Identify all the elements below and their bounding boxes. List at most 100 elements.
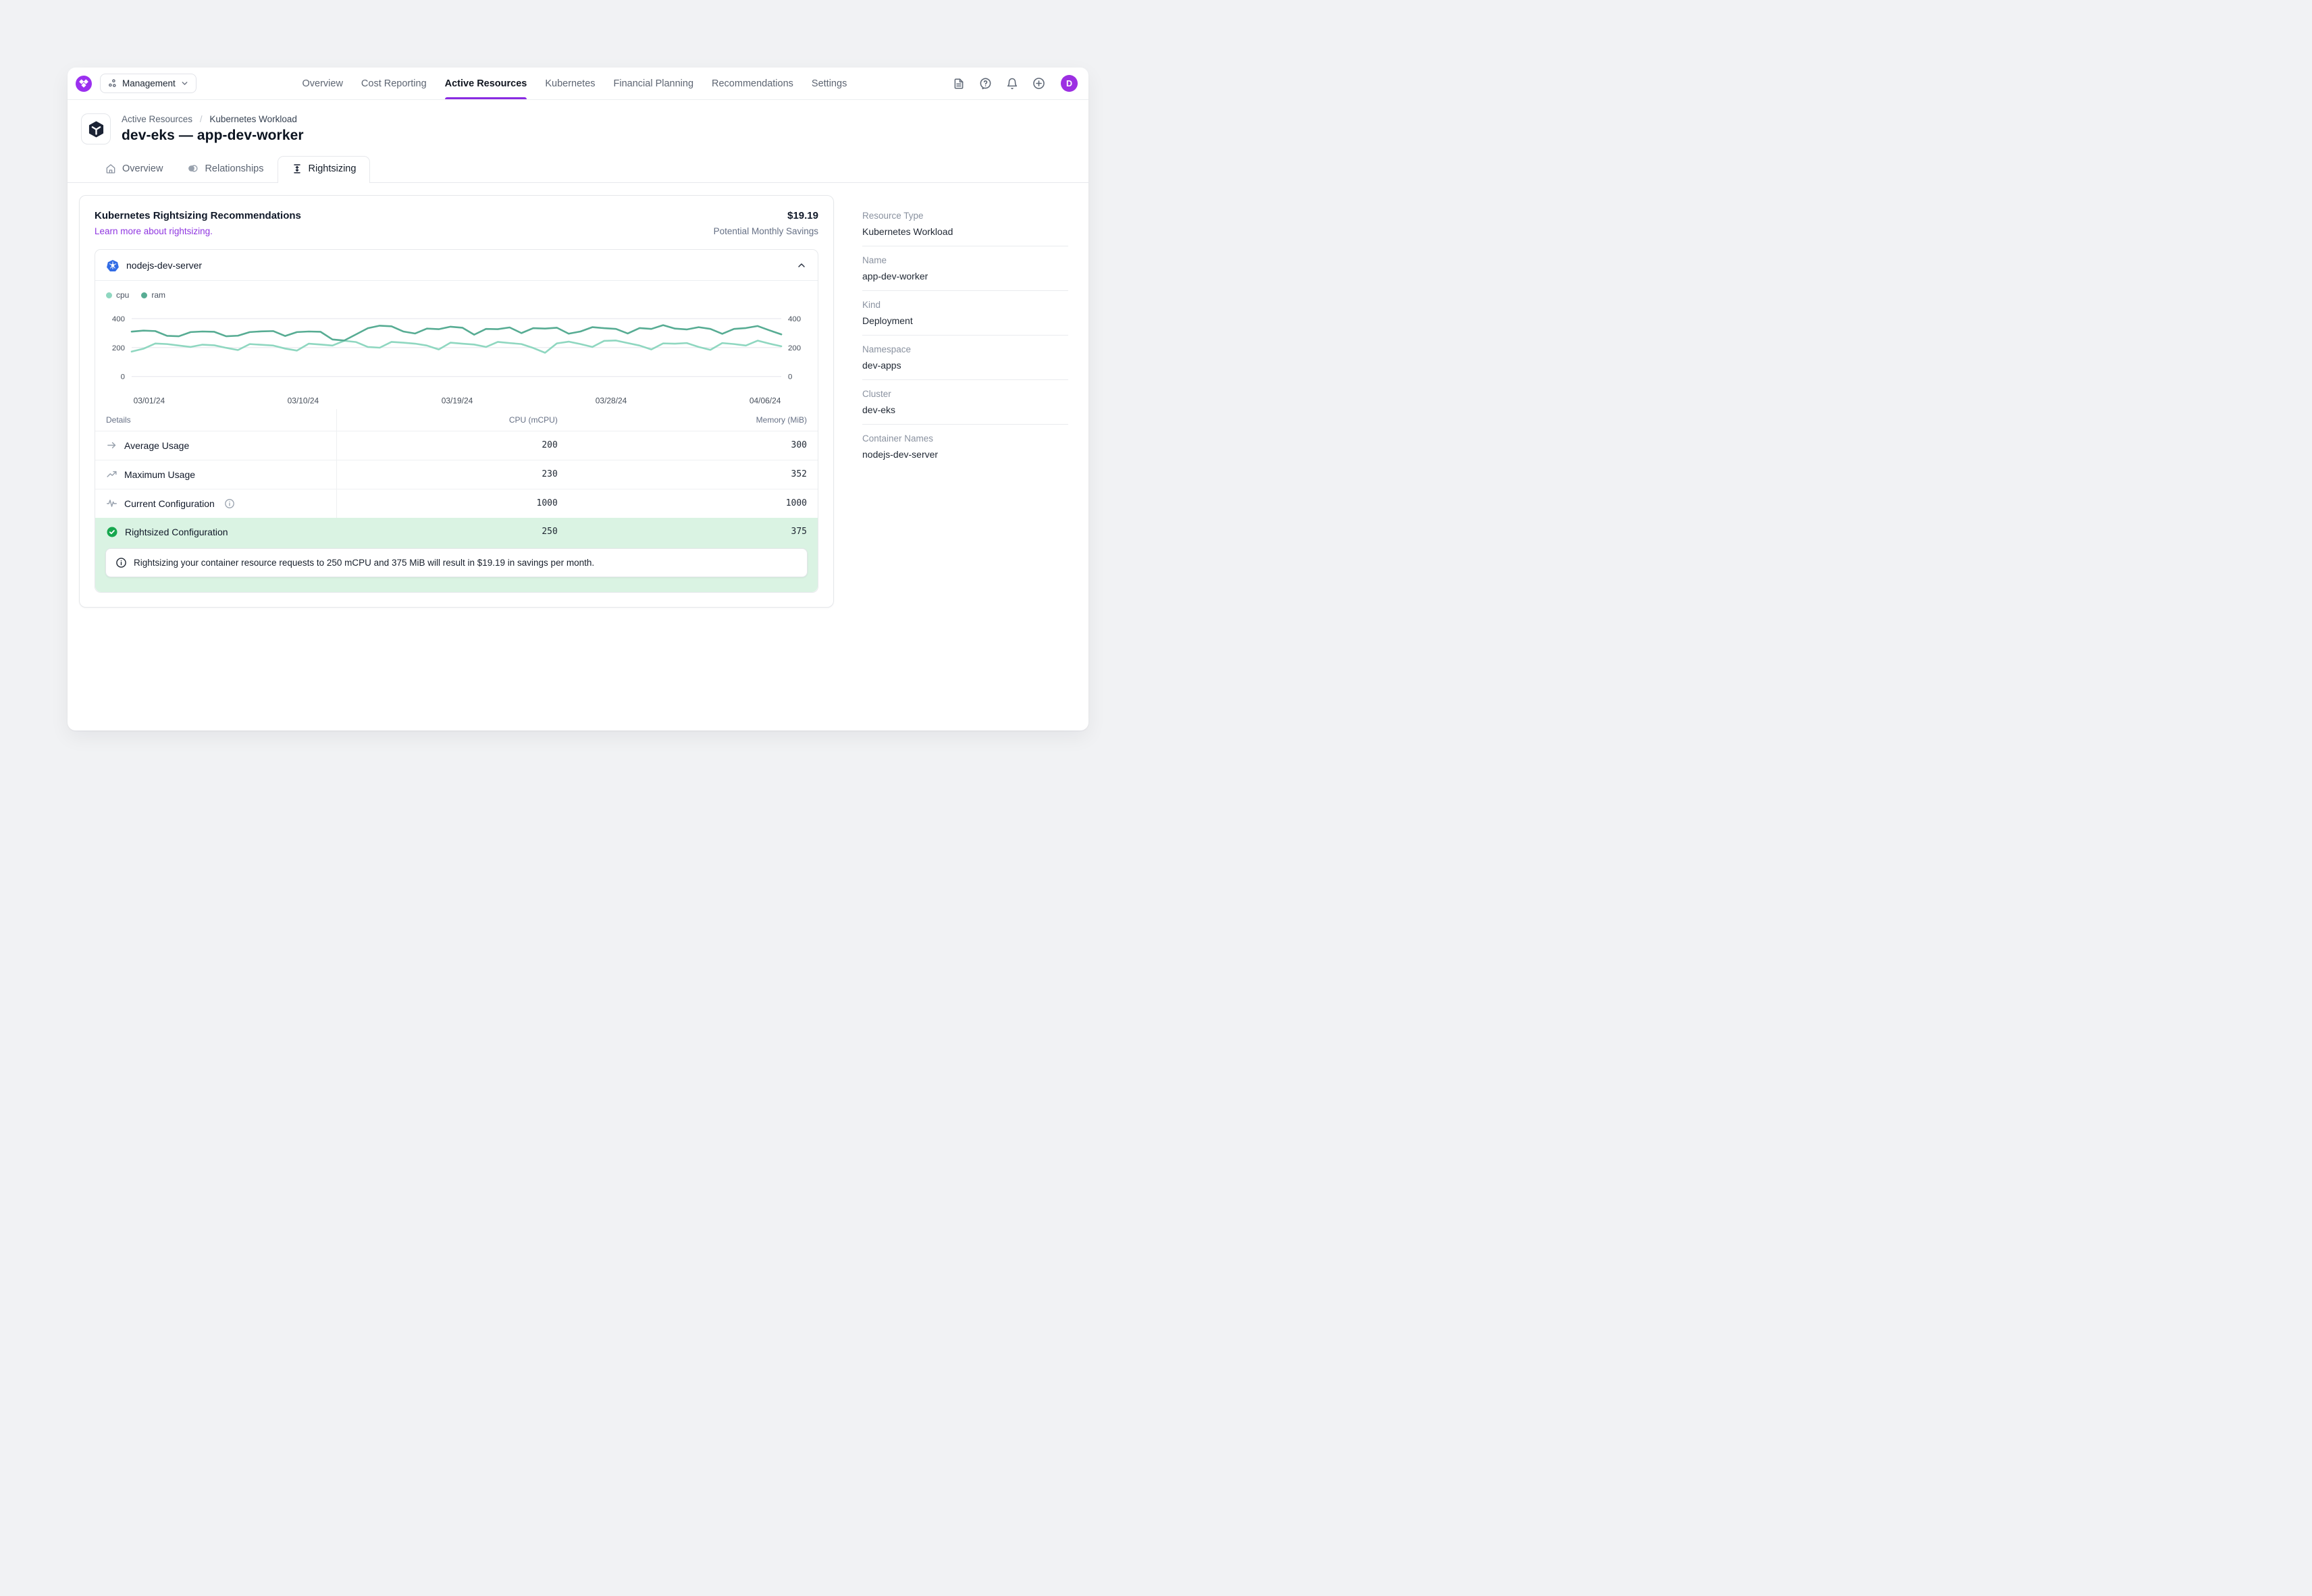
memory-value: 375 (791, 527, 807, 537)
breadcrumb-separator: / (200, 114, 203, 124)
workspace-selector[interactable]: Management (100, 74, 196, 93)
nav-item-active-resources[interactable]: Active Resources (445, 68, 527, 99)
vantage-logo-icon[interactable] (76, 76, 92, 92)
svg-text:400: 400 (112, 315, 125, 323)
detail-value: nodejs-dev-server (862, 449, 1068, 460)
tab-label: Relationships (205, 163, 263, 174)
cpu-value: 230 (542, 469, 557, 479)
info-icon[interactable] (224, 498, 235, 509)
activity-icon (106, 498, 117, 509)
col-memory: Memory (MiB) (569, 409, 818, 431)
resource-detail-panel: Resource Type Kubernetes Workload Name a… (862, 195, 1068, 469)
nav-item-recommendations[interactable]: Recommendations (712, 68, 793, 99)
savings-amount: $19.19 (714, 210, 818, 221)
plus-circle-icon[interactable] (1032, 77, 1045, 90)
row-label: Maximum Usage (124, 469, 195, 480)
kubernetes-icon (106, 259, 120, 272)
savings-summary: $19.19 Potential Monthly Savings (714, 210, 818, 238)
breadcrumb: Active Resources / Kubernetes Workload (122, 114, 304, 124)
row-label: Average Usage (124, 440, 189, 451)
chart-legend: cpu ram (106, 290, 807, 300)
details-table: Details CPU (mCPU) Memory (MiB) Average … (95, 409, 818, 592)
container-panel: nodejs-dev-server cpu ram 400 400 200 200 0 0… (95, 249, 818, 593)
detail-value: Deployment (862, 315, 1068, 326)
chevron-down-icon (180, 79, 189, 88)
table-header-row: Details CPU (mCPU) Memory (MiB) (95, 409, 818, 431)
detail-name: Name app-dev-worker (862, 246, 1068, 290)
detail-label: Name (862, 255, 1068, 265)
card-title: Kubernetes Rightsizing Recommendations (95, 210, 301, 221)
usage-line-chart: 4004002002000003/01/2403/10/2403/19/2403… (106, 305, 807, 408)
top-bar: Management Overview Cost Reporting Activ… (68, 68, 1088, 100)
topbar-actions: D (953, 75, 1078, 92)
nav-item-overview[interactable]: Overview (302, 68, 342, 99)
tab-bar: Overview Relationships Rightsizing (68, 156, 1088, 183)
breadcrumb-parent[interactable]: Active Resources (122, 114, 192, 124)
ram-dot-icon (141, 292, 147, 298)
svg-text:200: 200 (112, 344, 125, 352)
detail-kind: Kind Deployment (862, 290, 1068, 335)
legend-ram[interactable]: ram (141, 290, 165, 300)
nav-item-kubernetes[interactable]: Kubernetes (545, 68, 595, 99)
tab-relationships[interactable]: Relationships (176, 156, 274, 182)
detail-value: Kubernetes Workload (862, 226, 1068, 237)
svg-text:04/06/24: 04/06/24 (750, 396, 781, 406)
detail-label: Container Names (862, 433, 1068, 444)
svg-text:03/10/24: 03/10/24 (288, 396, 319, 406)
nav-item-cost-reporting[interactable]: Cost Reporting (361, 68, 427, 99)
table-row-current-configuration: Current Configuration 1000 1000 (95, 489, 818, 518)
rightsizing-card: Kubernetes Rightsizing Recommendations L… (79, 195, 834, 608)
tab-overview[interactable]: Overview (95, 157, 174, 182)
row-label: Current Configuration (124, 498, 215, 509)
workspace-dots-icon (107, 78, 117, 88)
memory-value: 300 (791, 440, 807, 450)
svg-text:03/19/24: 03/19/24 (442, 396, 473, 406)
col-details: Details (95, 409, 337, 431)
resource-cube-icon (81, 113, 111, 144)
info-icon (115, 557, 127, 568)
legend-cpu[interactable]: cpu (106, 290, 129, 300)
app-window: Management Overview Cost Reporting Activ… (68, 68, 1088, 730)
bell-icon[interactable] (1006, 78, 1018, 90)
detail-value: dev-apps (862, 360, 1068, 371)
nav-item-financial-planning[interactable]: Financial Planning (614, 68, 694, 99)
table-row-maximum-usage: Maximum Usage 230 352 (95, 460, 818, 489)
venn-icon (187, 163, 199, 174)
cpu-value: 200 (542, 440, 557, 450)
svg-text:03/28/24: 03/28/24 (596, 396, 627, 406)
document-icon[interactable] (953, 78, 965, 90)
help-icon[interactable] (979, 77, 992, 90)
callout-text: Rightsizing your container resource requ… (134, 558, 594, 568)
top-navigation: Overview Cost Reporting Active Resources… (196, 68, 953, 99)
legend-ram-label: ram (151, 290, 165, 300)
container-panel-header[interactable]: nodejs-dev-server (95, 250, 818, 281)
arrow-right-icon (106, 440, 117, 451)
cpu-value: 1000 (537, 498, 558, 508)
tab-label: Overview (122, 163, 163, 174)
content-area: Kubernetes Rightsizing Recommendations L… (68, 183, 1088, 608)
collapse-panel-button[interactable] (796, 260, 807, 271)
svg-text:03/01/24: 03/01/24 (134, 396, 165, 406)
user-avatar[interactable]: D (1061, 75, 1078, 92)
rightsized-section: Rightsized Configuration 250 375 Rightsi… (95, 518, 818, 592)
memory-value: 352 (791, 469, 807, 479)
workspace-label: Management (122, 78, 176, 88)
learn-more-link[interactable]: Learn more about rightsizing. (95, 226, 213, 236)
detail-label: Kind (862, 300, 1068, 310)
svg-text:0: 0 (121, 373, 125, 381)
tab-rightsizing[interactable]: Rightsizing (278, 156, 371, 183)
trending-up-icon (106, 469, 117, 480)
usage-chart-block: cpu ram 4004002002000003/01/2403/10/2403… (95, 281, 818, 409)
col-cpu: CPU (mCPU) (337, 409, 568, 431)
detail-container-names: Container Names nodejs-dev-server (862, 424, 1068, 469)
detail-value: app-dev-worker (862, 271, 1068, 282)
table-row-rightsized-configuration: Rightsized Configuration 250 375 (95, 518, 818, 546)
cpu-dot-icon (106, 292, 112, 298)
svg-text:200: 200 (788, 344, 801, 352)
tab-label: Rightsizing (309, 163, 357, 174)
table-row-average-usage: Average Usage 200 300 (95, 431, 818, 460)
svg-text:400: 400 (788, 315, 801, 323)
savings-label: Potential Monthly Savings (714, 226, 818, 236)
detail-label: Resource Type (862, 211, 1068, 221)
nav-item-settings[interactable]: Settings (812, 68, 847, 99)
